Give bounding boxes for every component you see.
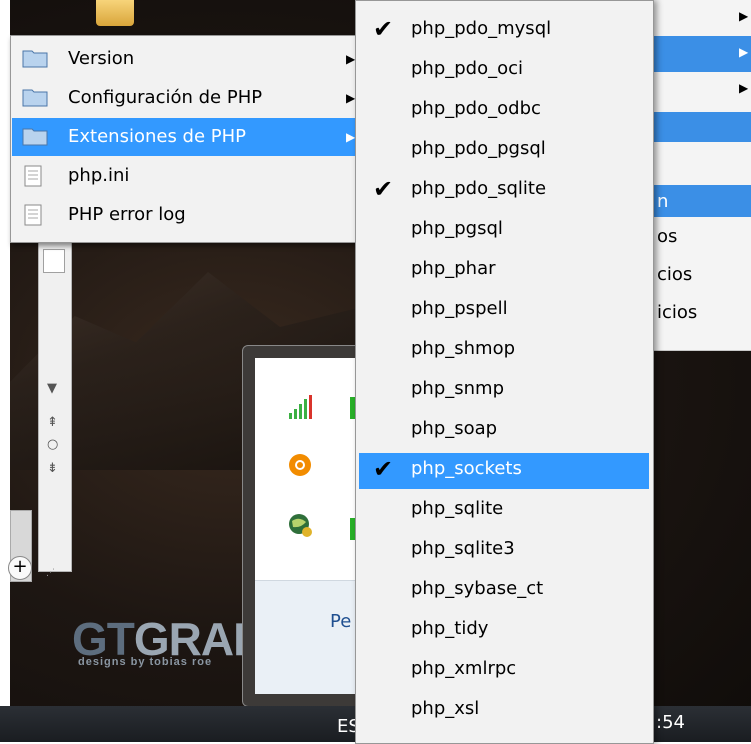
background-menu-row[interactable]: ▶ [641, 72, 751, 108]
extension-label: php_sybase_ct [411, 578, 544, 599]
menu-item-label: PHP error log [68, 204, 186, 225]
background-menu-row[interactable]: ▶ [641, 0, 751, 36]
menu-item-php-error-log[interactable]: PHP error log [12, 196, 358, 234]
php-context-menu: Version ▶ Configuración de PHP ▶ Extensi… [10, 35, 360, 243]
side-panel: ▼ ⇞ ○ ⇟ [38, 240, 72, 572]
background-menu: ▶ ▶ ▶ n os cios icios [640, 0, 751, 351]
extension-item-php-shmop[interactable]: php_shmop [359, 333, 649, 369]
background-menu-item[interactable]: icios [641, 296, 751, 332]
extension-item-php-pdo-oci[interactable]: php_pdo_oci [359, 53, 649, 89]
extension-label: php_pdo_pgsql [411, 138, 546, 159]
checkmark-icon: ✔ [373, 175, 394, 203]
add-button[interactable]: + [8, 556, 32, 580]
background-menu-row[interactable]: ▶ [641, 36, 751, 72]
menu-item-label: php.ini [68, 165, 130, 186]
avast-icon[interactable] [287, 452, 313, 478]
extension-label: php_pdo_odbc [411, 98, 541, 119]
wallpaper-logo-subtitle: designs by tobias roe [78, 656, 213, 668]
extension-item-php-pgsql[interactable]: php_pgsql [359, 213, 649, 249]
extension-item-php-pdo-sqlite[interactable]: ✔ php_pdo_sqlite [359, 173, 649, 209]
background-menu-item[interactable]: n [641, 185, 751, 217]
extension-label: php_xmlrpc [411, 658, 517, 679]
extension-label: php_pgsql [411, 218, 503, 239]
extension-label: php_sockets [411, 458, 522, 479]
extension-label: php_shmop [411, 338, 516, 359]
extension-item-php-pspell[interactable]: php_pspell [359, 293, 649, 329]
extension-label: php_pdo_mysql [411, 18, 552, 39]
background-menu-item[interactable]: cios [641, 258, 751, 294]
folder-thumbnail [96, 0, 134, 26]
background-menu-item[interactable]: os [641, 220, 751, 256]
scroll-down-icon[interactable]: ▼ [47, 381, 57, 396]
tray-popup-footer: Pe [255, 580, 360, 694]
folder-icon [22, 89, 48, 107]
submenu-arrow-icon: ▶ [346, 52, 356, 66]
extension-item-php-soap[interactable]: php_soap [359, 413, 649, 449]
menu-item-label: Version [68, 48, 135, 69]
checkmark-icon: ✔ [373, 15, 394, 43]
extension-item-php-pdo-pgsql[interactable]: php_pdo_pgsql [359, 133, 649, 169]
menu-item-label: Configuración de PHP [68, 87, 263, 108]
circle-icon[interactable]: ○ [47, 437, 58, 452]
extension-label: php_soap [411, 418, 498, 439]
tray-footer-link[interactable]: Pe [330, 611, 351, 632]
extension-item-php-sqlite3[interactable]: php_sqlite3 [359, 533, 649, 569]
menu-item-configuracion-php[interactable]: Configuración de PHP ▶ [12, 79, 358, 117]
extension-label: php_phar [411, 258, 496, 279]
checkmark-icon: ✔ [373, 455, 394, 483]
submenu-arrow-icon: ▶ [346, 130, 356, 144]
document-icon [24, 165, 42, 187]
submenu-arrow-icon: ▶ [739, 81, 749, 95]
extension-label: php_tidy [411, 618, 489, 639]
globe-icon[interactable] [287, 512, 313, 538]
submenu-arrow-icon: ▶ [739, 45, 749, 59]
page-up-icon[interactable]: ⇞ [47, 415, 58, 430]
extension-item-php-snmp[interactable]: php_snmp [359, 373, 649, 409]
extension-label: php_pspell [411, 298, 508, 319]
menu-item-label: Extensiones de PHP [68, 126, 247, 147]
document-icon [43, 249, 65, 273]
php-extensions-submenu: ✔ php_pdo_mysql php_pdo_oci php_pdo_odbc … [355, 0, 654, 744]
extension-item-php-tidy[interactable]: php_tidy [359, 613, 649, 649]
submenu-arrow-icon: ▶ [346, 91, 356, 105]
extension-label: php_snmp [411, 378, 505, 399]
extension-label: php_sqlite [411, 498, 504, 519]
page-down-icon[interactable]: ⇟ [47, 461, 58, 476]
extension-item-php-pdo-mysql[interactable]: ✔ php_pdo_mysql [359, 13, 649, 49]
extension-label: php_pdo_sqlite [411, 178, 547, 199]
extension-item-php-sqlite[interactable]: php_sqlite [359, 493, 649, 529]
extension-item-php-phar[interactable]: php_phar [359, 253, 649, 289]
resize-grip-icon[interactable]: ⋰ [46, 568, 62, 582]
taskbar-clock[interactable]: :54 [656, 712, 685, 733]
extension-item-php-pdo-odbc[interactable]: php_pdo_odbc [359, 93, 649, 129]
extension-item-php-sockets[interactable]: ✔ php_sockets [359, 453, 649, 489]
folder-icon [22, 128, 48, 146]
extension-item-php-xsl[interactable]: php_xsl [359, 693, 649, 729]
signal-icon[interactable] [287, 395, 313, 421]
folder-icon [22, 50, 48, 68]
background-menu-row[interactable] [641, 112, 751, 142]
menu-item-php-ini[interactable]: php.ini [12, 157, 358, 195]
extension-label: php_sqlite3 [411, 538, 515, 559]
document-icon [24, 204, 42, 226]
extension-label: php_xsl [411, 698, 480, 719]
menu-item-extensiones-php[interactable]: Extensiones de PHP ▶ [12, 118, 358, 156]
menu-item-version[interactable]: Version ▶ [12, 40, 358, 78]
extension-label: php_pdo_oci [411, 58, 524, 79]
extension-item-php-xmlrpc[interactable]: php_xmlrpc [359, 653, 649, 689]
submenu-arrow-icon: ▶ [739, 9, 749, 23]
extension-item-php-sybase-ct[interactable]: php_sybase_ct [359, 573, 649, 609]
